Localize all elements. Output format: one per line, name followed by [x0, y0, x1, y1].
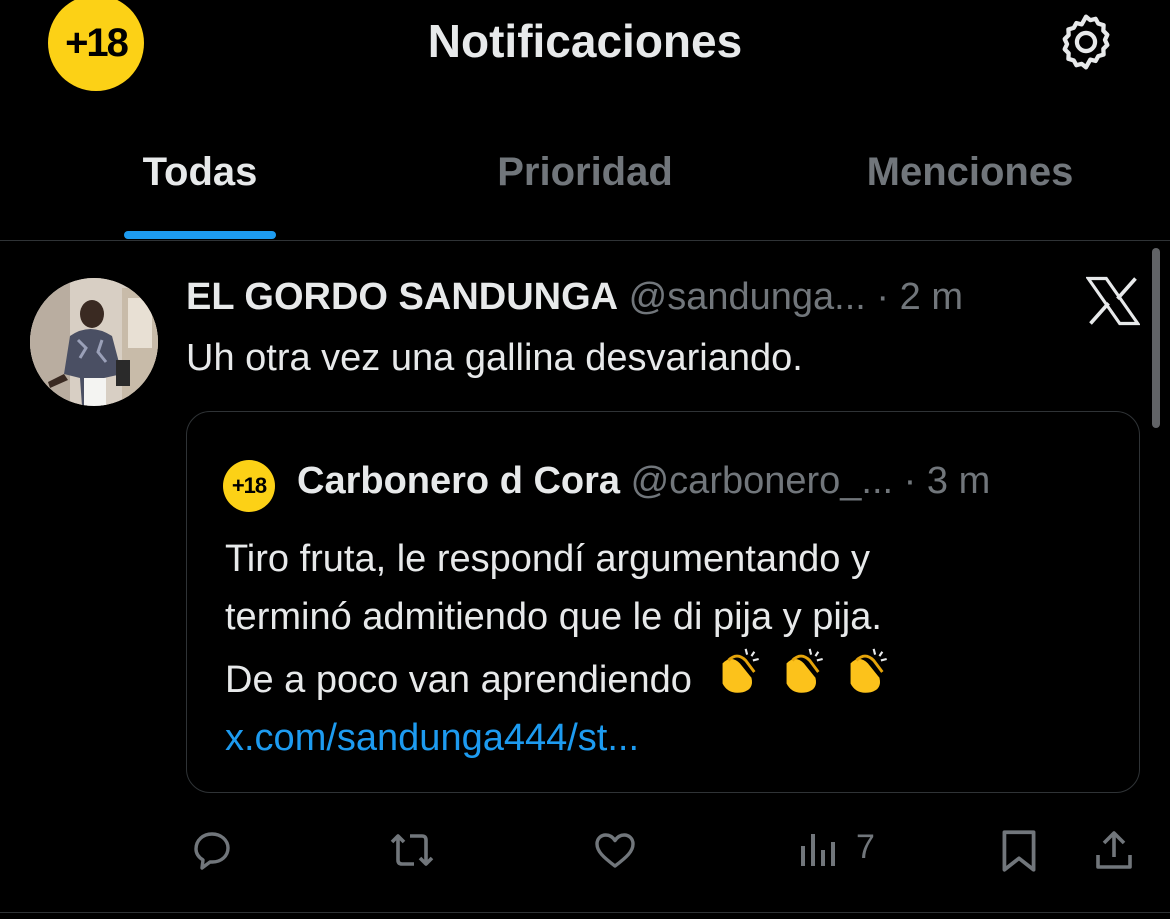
- bookmark-icon: [1002, 830, 1036, 872]
- tab-prioridad[interactable]: Prioridad: [390, 150, 780, 195]
- quoted-text-line-3-text: De a poco van aprendiendo: [225, 659, 692, 701]
- tab-bar: Todas Prioridad Menciones: [0, 130, 1170, 240]
- views-count: 7: [856, 828, 875, 866]
- reply-icon: [194, 832, 230, 870]
- quoted-tweet-text: Tiro fruta, le respondí argumentando y t…: [225, 530, 1105, 767]
- heart-icon: [595, 833, 635, 868]
- tweet-time[interactable]: · 2 m: [876, 276, 963, 318]
- clapping-hands-icon: [787, 648, 824, 693]
- retweet-button[interactable]: [386, 826, 438, 879]
- share-button[interactable]: [1090, 826, 1138, 881]
- bookmark-button[interactable]: [996, 826, 1042, 881]
- like-button[interactable]: [590, 826, 640, 879]
- author-name[interactable]: EL GORDO SANDUNGA: [186, 276, 618, 318]
- clapping-hands-icon: [851, 648, 888, 693]
- quoted-tweet-link[interactable]: x.com/sandunga444/st...: [225, 709, 1105, 767]
- quoted-text-line-3: De a poco van aprendiendo: [225, 646, 1105, 709]
- tweet-text: Uh otra vez una gallina desvariando.: [186, 337, 803, 379]
- page-title: Notificaciones: [427, 15, 743, 67]
- bottom-divider: [0, 912, 1170, 913]
- gear-icon: [1062, 14, 1110, 70]
- settings-button[interactable]: [1054, 10, 1118, 74]
- reply-button[interactable]: [188, 826, 236, 879]
- quoted-avatar-label: +18: [231, 473, 267, 498]
- active-tab-indicator: [124, 231, 276, 239]
- quoted-author-name[interactable]: Carbonero d Cora: [297, 460, 620, 502]
- clapping-hands-icon: [723, 648, 760, 693]
- quoted-tweet-time: · 3 m: [903, 460, 991, 502]
- quoted-author-handle[interactable]: @carbonero_...: [631, 460, 894, 502]
- tweet-header: EL GORDO SANDUNGA @sandunga... · 2 m: [186, 276, 963, 319]
- tabs-divider: [0, 240, 1170, 241]
- retweet-icon: [390, 834, 434, 866]
- quoted-text-line-2: terminó admitiendo que le di pija y pija…: [225, 596, 882, 638]
- share-icon: [1096, 831, 1132, 869]
- scrollbar[interactable]: [1152, 248, 1160, 428]
- tab-menciones[interactable]: Menciones: [775, 150, 1165, 195]
- author-photo: [30, 278, 158, 406]
- quoted-tweet[interactable]: +18 Carbonero d Cora @carbonero_... · 3 …: [186, 411, 1140, 793]
- quoted-tweet-header: Carbonero d Cora @carbonero_... · 3 m: [297, 460, 990, 503]
- tab-todas[interactable]: Todas: [5, 150, 395, 195]
- quoted-text-line-1: Tiro fruta, le respondí argumentando y: [225, 538, 870, 580]
- author-handle[interactable]: @sandunga...: [629, 276, 866, 318]
- x-logo-icon: [1085, 276, 1141, 326]
- quoted-author-avatar[interactable]: +18: [223, 460, 275, 512]
- top-bar: +18 Notificaciones: [0, 0, 1170, 100]
- views-icon: [801, 834, 835, 866]
- views-button[interactable]: [796, 826, 838, 879]
- author-avatar[interactable]: [30, 278, 158, 406]
- tweet-actions: 7: [0, 818, 1170, 878]
